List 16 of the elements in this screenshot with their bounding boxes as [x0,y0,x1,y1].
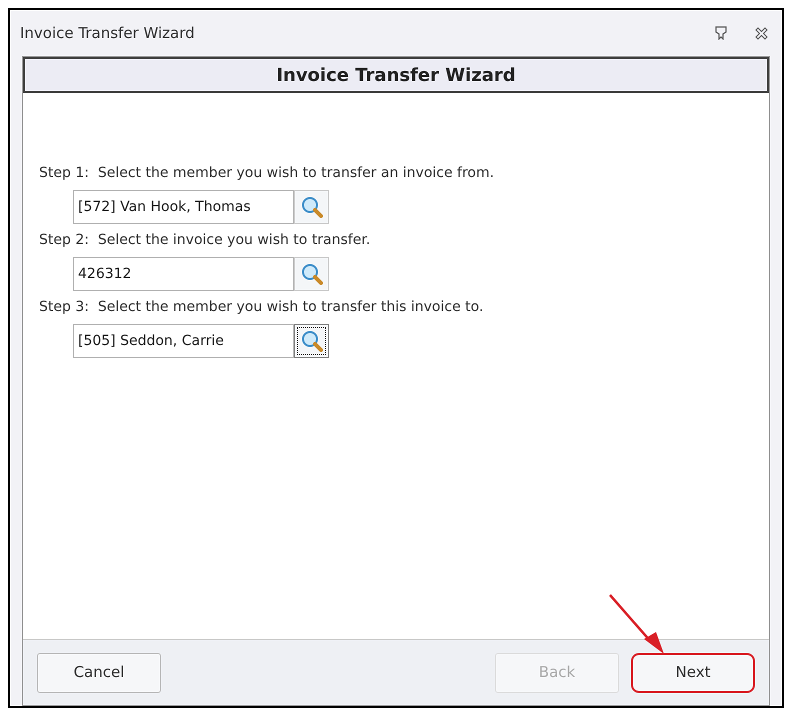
step-label: Step 1: Select the member you wish to transfer an invoice from. [39,164,496,183]
search-button[interactable] [294,324,329,358]
wizard-header: Invoice Transfer Wizard [23,57,769,93]
close-icon[interactable] [755,26,768,40]
step-label: Step 3: Select the member you wish to transfer this invoice to. [39,298,484,317]
step-label: Step 2: Select the invoice you wish to transfer. [39,231,372,250]
input-field[interactable]: 426312 [73,257,294,291]
search-icon [300,262,324,286]
input-field[interactable]: [572] Van Hook, Thomas [73,190,294,224]
wizard-button[interactable]: Next [631,652,755,692]
search-icon [300,195,324,219]
wizard-button[interactable]: Cancel [37,652,161,692]
input-field[interactable]: [505] Seddon, Carrie [73,324,294,358]
pin-icon[interactable] [715,26,727,40]
search-icon [300,329,324,353]
window-title: Invoice Transfer Wizard [20,22,195,44]
